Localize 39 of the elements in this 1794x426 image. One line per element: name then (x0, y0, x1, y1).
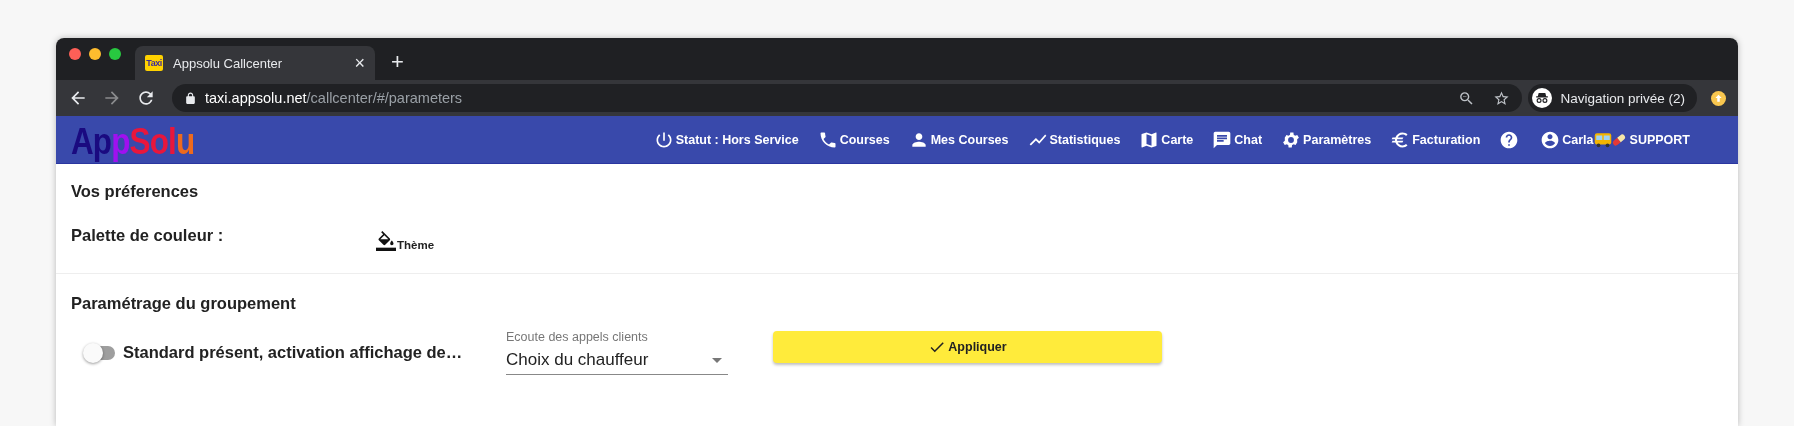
field-label: Palette de couleur : (71, 226, 225, 245)
toggle-switch[interactable] (85, 345, 115, 360)
window-control-icon[interactable] (69, 48, 81, 60)
address-bar[interactable]: taxi.appsolu.net/callcenter/#/parameters (172, 84, 1523, 112)
nav-link[interactable]: Mes Courses (908, 129, 1009, 150)
new-tab-button[interactable]: + (391, 46, 404, 80)
window-control-icon[interactable] (109, 48, 121, 60)
nav-link[interactable]: Chat (1212, 129, 1263, 150)
star-icon[interactable] (1493, 89, 1511, 107)
toggle-label: Standard présent, activation affichage de… (123, 343, 463, 362)
dropdown-field[interactable]: Ecoute des appels clients Choix du chauffeur (506, 330, 728, 375)
tab-title: Appsolu Callcenter (173, 55, 284, 71)
section-title: Vos préferences (71, 182, 200, 201)
lock-icon (184, 91, 197, 105)
account-icon (1540, 129, 1561, 150)
nav-link[interactable]: Paramètres (1281, 129, 1372, 150)
url-text: taxi.appsolu.net/callcenter/#/parameters (205, 90, 463, 106)
nav-link[interactable]: Statut : Hors Service (653, 129, 799, 150)
nav-link[interactable]: Carla SUPPORT (1540, 129, 1690, 150)
reload-icon[interactable] (136, 88, 156, 108)
pill-icon (1611, 132, 1626, 147)
nav-link[interactable]: Statistiques (1027, 129, 1121, 150)
browser-tab[interactable]: Taxi Appsolu Callcenter × (135, 46, 375, 80)
apply-button[interactable]: Appliquer (773, 331, 1162, 363)
section-title: Paramétrage du groupement (71, 294, 297, 313)
favicon: Taxi (145, 55, 163, 71)
nav-link[interactable]: Facturation (1390, 129, 1481, 150)
profile-button[interactable]: Navigation privée (2) (1528, 84, 1697, 112)
theme-button[interactable]: Thème (376, 231, 435, 251)
update-icon[interactable] (1711, 90, 1726, 106)
paint-bucket-icon (376, 231, 396, 251)
incognito-icon (1532, 88, 1553, 108)
nav-link[interactable]: Carte (1139, 129, 1194, 150)
window-control-icon[interactable] (89, 48, 101, 60)
chat-icon (1212, 129, 1233, 150)
close-tab-button[interactable]: × (354, 55, 365, 71)
nav-link[interactable]: Courses (817, 129, 890, 150)
bus-icon (1593, 131, 1612, 148)
help-icon (1499, 129, 1520, 150)
